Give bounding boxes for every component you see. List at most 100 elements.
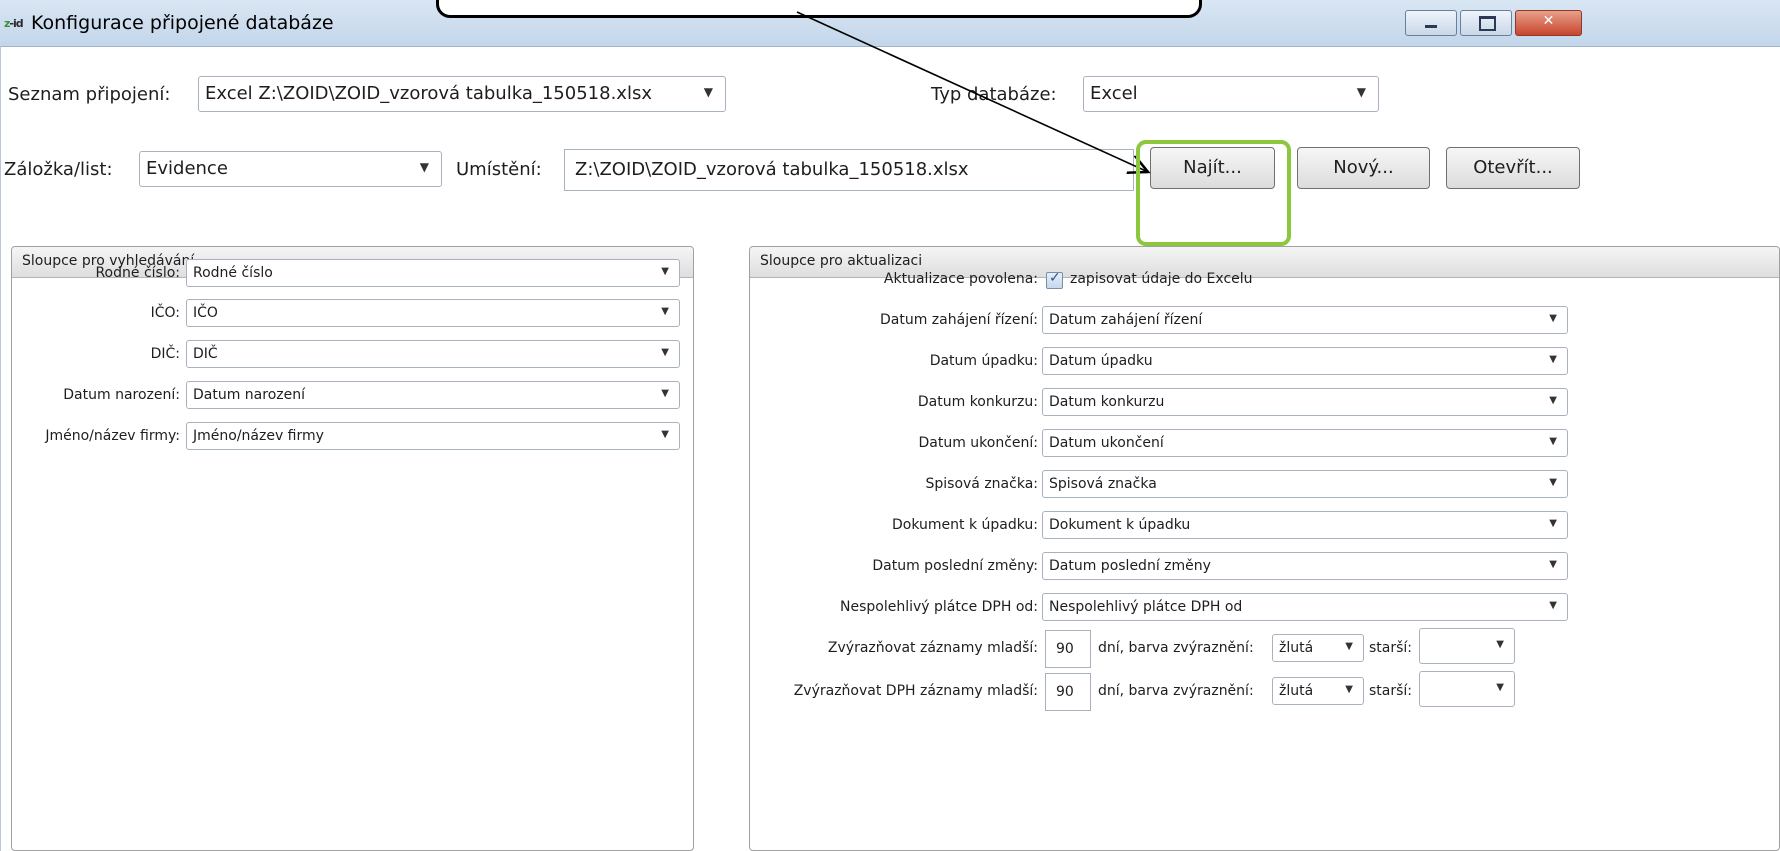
update-row-label: Dokument k úpadku:	[891, 517, 1038, 533]
maximize-icon	[1479, 16, 1496, 31]
search-row-label: DIČ:	[150, 346, 180, 362]
update-row-value: Datum úpadku	[1049, 353, 1153, 369]
annotation-highlight	[1136, 140, 1291, 246]
location-field[interactable]: Z:\ZOID\ZOID_vzorová tabulka_150518.xlsx	[564, 149, 1134, 191]
highlight-days-value: 90	[1056, 641, 1074, 657]
update-row-dropdown[interactable]: Datum ukončení ▼	[1042, 429, 1568, 457]
sheet-value: Evidence	[146, 158, 228, 179]
update-row-dropdown[interactable]: Datum úpadku ▼	[1042, 347, 1568, 375]
highlight-days-field[interactable]: 90	[1045, 673, 1091, 711]
search-row-label: Rodné číslo:	[95, 265, 180, 281]
highlight-days-field[interactable]: 90	[1045, 630, 1091, 668]
chevron-down-icon: ▼	[419, 160, 429, 174]
chevron-down-icon: ▼	[1549, 600, 1557, 611]
update-row-dropdown[interactable]: Dokument k úpadku ▼	[1042, 511, 1568, 539]
annotation-callout	[436, 0, 1202, 18]
chevron-down-icon: ▼	[661, 429, 669, 440]
highlight-row-label: Zvýrazňovat DPH záznamy mladší:	[793, 683, 1038, 699]
highlight-color-value: žlutá	[1279, 640, 1314, 656]
update-row-label: Datum zahájení řízení:	[880, 312, 1038, 328]
dbtype-label: Typ databáze:	[931, 84, 1057, 105]
search-row-dropdown[interactable]: Jméno/název firmy ▼	[186, 422, 680, 450]
chevron-down-icon: ▼	[1496, 639, 1504, 650]
chevron-down-icon: ▼	[1549, 313, 1557, 324]
chevron-down-icon: ▼	[703, 85, 713, 99]
update-row-label: Spisová značka:	[925, 476, 1039, 492]
chevron-down-icon: ▼	[1356, 85, 1366, 99]
update-row-value: Datum ukončení	[1049, 435, 1164, 451]
update-enabled-label: Aktualizace povolena:	[883, 271, 1038, 287]
chevron-down-icon: ▼	[661, 347, 669, 358]
search-row-label: Jméno/název firmy:	[45, 428, 180, 444]
search-row-value: Jméno/název firmy	[193, 428, 324, 444]
maximize-button[interactable]	[1460, 10, 1512, 36]
open-button[interactable]: Otevřít...	[1446, 147, 1580, 189]
update-enabled-text: zapisovat údaje do Excelu	[1070, 271, 1253, 287]
chevron-down-icon: ▼	[661, 306, 669, 317]
update-row-dropdown[interactable]: Datum zahájení řízení ▼	[1042, 306, 1568, 334]
chevron-down-icon: ▼	[1345, 684, 1353, 695]
search-row-label: Datum narození:	[63, 387, 180, 403]
location-value: Z:\ZOID\ZOID_vzorová tabulka_150518.xlsx	[575, 159, 969, 180]
older-label: starší:	[1369, 640, 1413, 656]
highlight-days-text: dní, barva zvýraznění:	[1098, 640, 1254, 656]
checkmark-icon: ✓	[1049, 270, 1061, 286]
chevron-down-icon: ▼	[1549, 354, 1557, 365]
minimize-button[interactable]	[1405, 10, 1457, 36]
highlight-days-text: dní, barva zvýraznění:	[1098, 683, 1254, 699]
older-color-dropdown[interactable]: ▼	[1419, 671, 1515, 707]
update-panel-title: Sloupce pro aktualizaci	[760, 253, 923, 269]
update-row-dropdown[interactable]: Datum konkurzu ▼	[1042, 388, 1568, 416]
search-row-value: IČO	[193, 305, 218, 321]
close-icon: ✕	[1542, 13, 1555, 29]
search-row-dropdown[interactable]: Rodné číslo ▼	[186, 259, 680, 287]
sheet-dropdown[interactable]: Evidence ▼	[139, 151, 442, 187]
chevron-down-icon: ▼	[1549, 477, 1557, 488]
new-button[interactable]: Nový...	[1297, 147, 1430, 189]
chevron-down-icon: ▼	[1549, 436, 1557, 447]
search-columns-panel: Sloupce pro vyhledávání	[11, 246, 694, 851]
update-row-dropdown[interactable]: Nespolehlivý plátce DPH od ▼	[1042, 593, 1568, 621]
dbtype-value: Excel	[1090, 83, 1138, 104]
update-row-value: Datum poslední změny	[1049, 558, 1211, 574]
update-row-value: Nespolehlivý plátce DPH od	[1049, 599, 1243, 615]
search-row-dropdown[interactable]: Datum narození ▼	[186, 381, 680, 409]
highlight-color-dropdown[interactable]: žlutá ▼	[1272, 677, 1364, 705]
search-row-dropdown[interactable]: DIČ ▼	[186, 340, 680, 368]
sheet-label: Záložka/list:	[4, 159, 113, 180]
update-row-value: Dokument k úpadku	[1049, 517, 1191, 533]
chevron-down-icon: ▼	[1496, 682, 1504, 693]
app-logo-icon: z-id	[4, 17, 24, 30]
older-label: starší:	[1369, 683, 1413, 699]
search-row-dropdown[interactable]: IČO ▼	[186, 299, 680, 327]
search-row-value: DIČ	[193, 346, 218, 362]
highlight-row-label: Zvýrazňovat záznamy mladší:	[827, 640, 1038, 656]
chevron-down-icon: ▼	[1549, 518, 1557, 529]
update-row-value: Datum konkurzu	[1049, 394, 1165, 410]
window-title: Konfigurace připojené databáze	[31, 12, 334, 34]
older-color-dropdown[interactable]: ▼	[1419, 628, 1515, 664]
connections-label: Seznam připojení:	[8, 84, 171, 105]
update-row-dropdown[interactable]: Datum poslední změny ▼	[1042, 552, 1568, 580]
update-row-value: Spisová značka	[1049, 476, 1157, 492]
minimize-icon	[1425, 25, 1437, 28]
chevron-down-icon: ▼	[1549, 559, 1557, 570]
update-row-dropdown[interactable]: Spisová značka ▼	[1042, 470, 1568, 498]
search-row-value: Datum narození	[193, 387, 305, 403]
update-row-label: Datum úpadku:	[929, 353, 1038, 369]
update-row-label: Datum poslední změny:	[872, 558, 1038, 574]
dbtype-dropdown[interactable]: Excel ▼	[1083, 76, 1379, 112]
chevron-down-icon: ▼	[661, 266, 669, 277]
connections-value: Excel Z:\ZOID\ZOID_vzorová tabulka_15051…	[205, 83, 652, 104]
close-button[interactable]: ✕	[1515, 10, 1582, 36]
update-enabled-checkbox[interactable]: ✓	[1046, 270, 1063, 289]
update-row-label: Datum konkurzu:	[917, 394, 1038, 410]
highlight-color-dropdown[interactable]: žlutá ▼	[1272, 634, 1364, 662]
update-row-label: Datum ukončení:	[918, 435, 1038, 451]
connections-dropdown[interactable]: Excel Z:\ZOID\ZOID_vzorová tabulka_15051…	[198, 76, 726, 112]
highlight-color-value: žlutá	[1279, 683, 1314, 699]
search-row-value: Rodné číslo	[193, 265, 273, 281]
search-row-label: IČO:	[150, 305, 180, 321]
location-label: Umístění:	[456, 159, 542, 180]
chevron-down-icon: ▼	[661, 388, 669, 399]
